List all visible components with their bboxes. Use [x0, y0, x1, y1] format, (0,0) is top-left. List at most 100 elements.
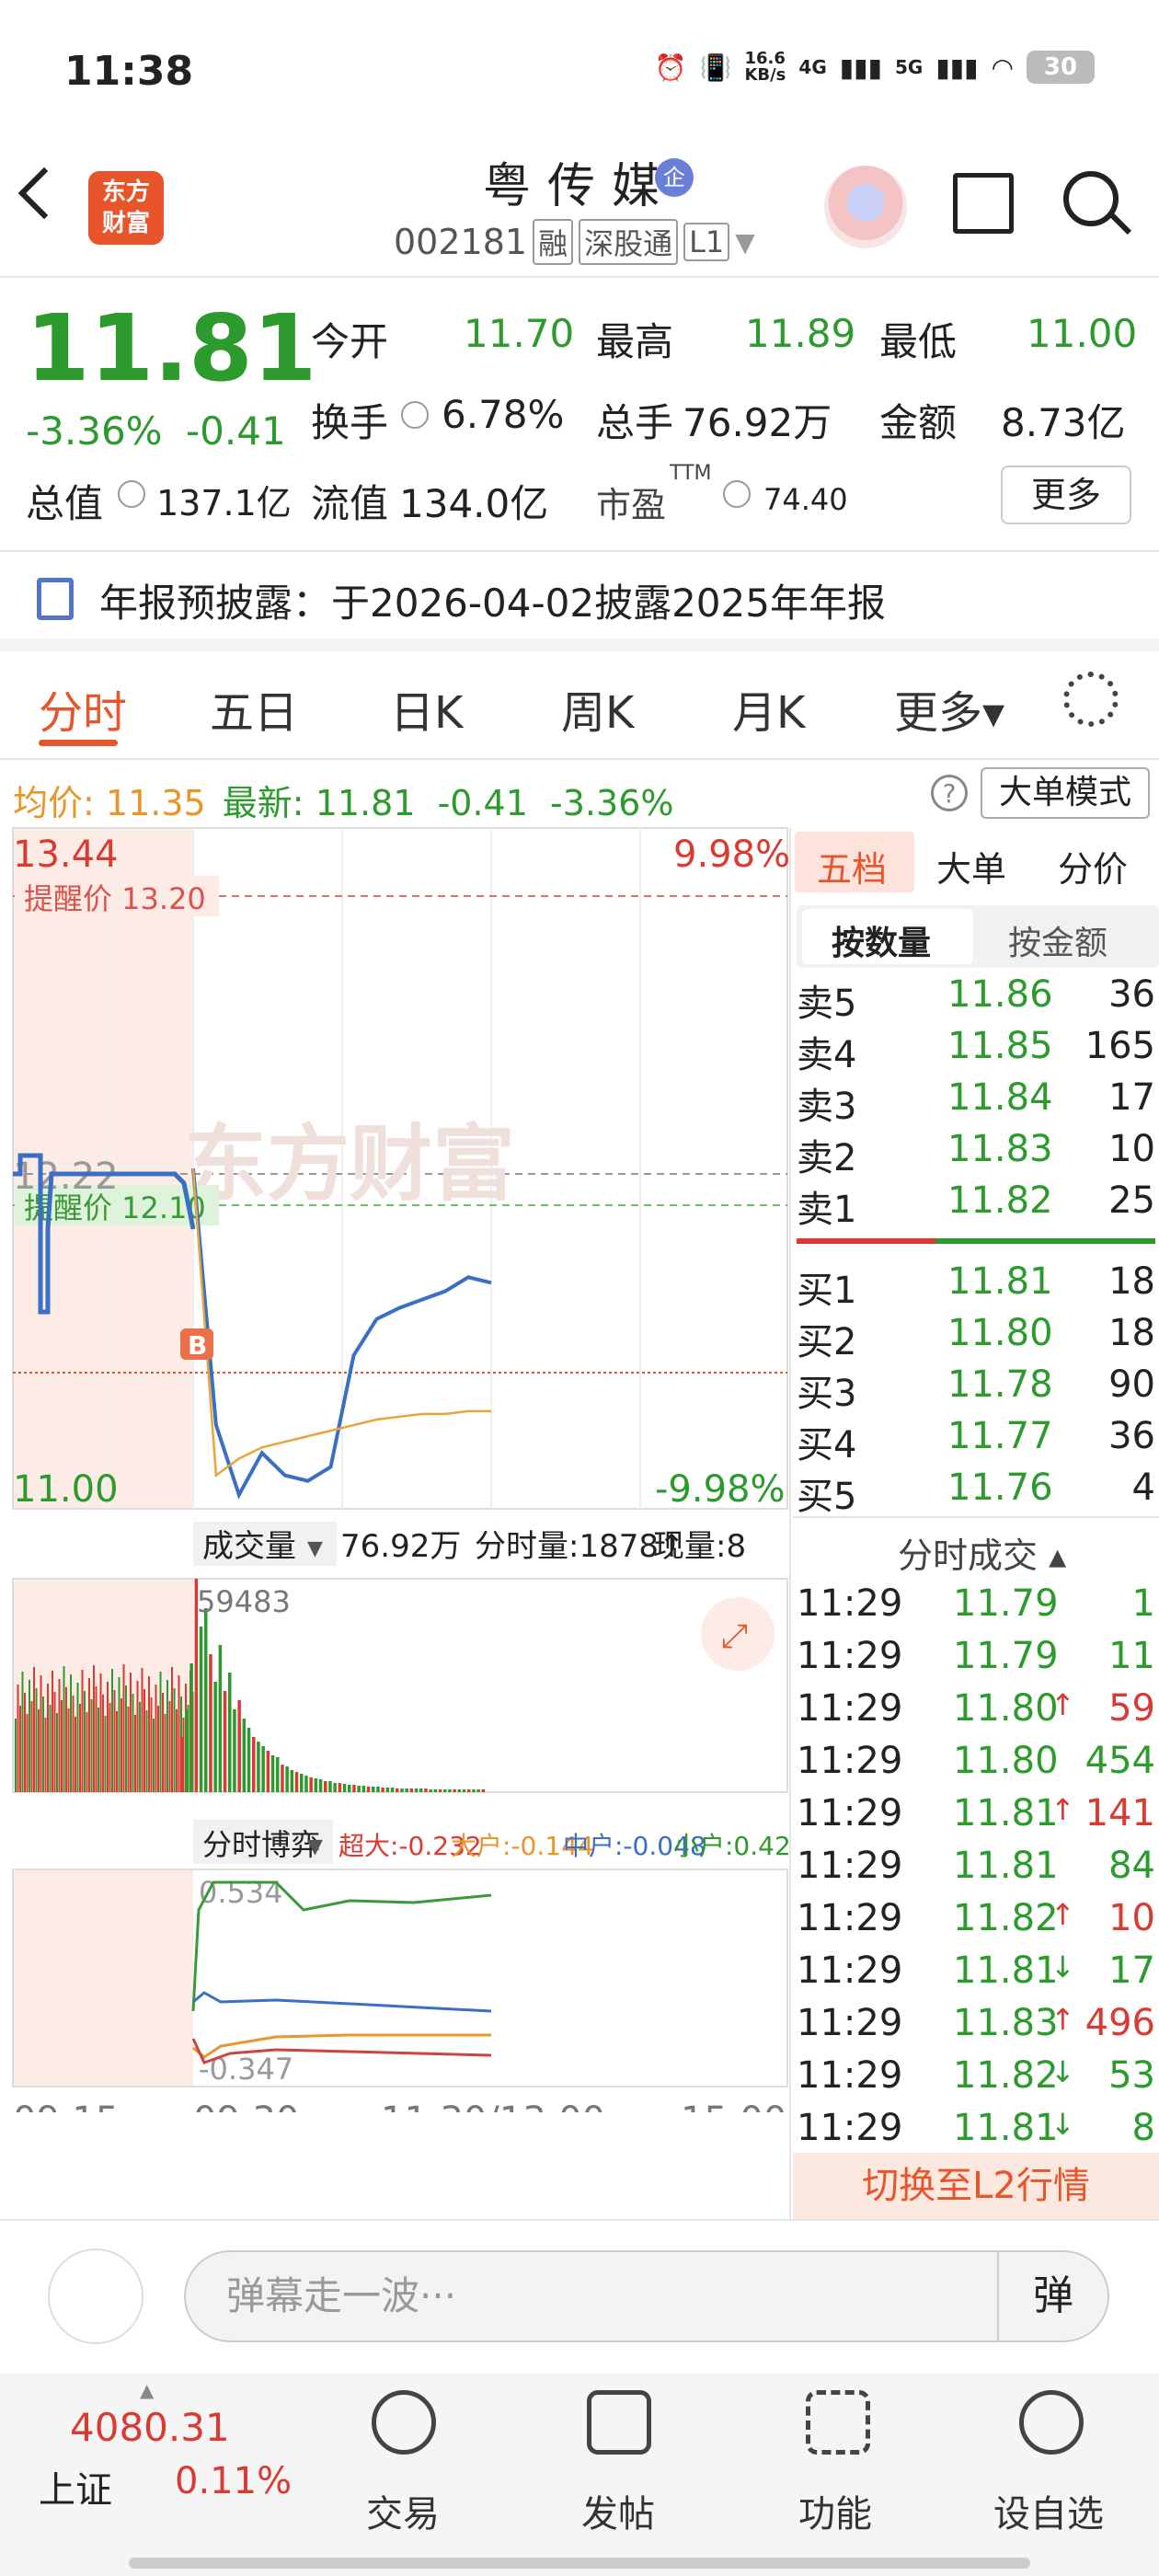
bid-label: 买5 — [797, 1476, 857, 1518]
net-speed: 16.6 KB/s — [744, 49, 786, 85]
share-icon[interactable] — [953, 173, 1014, 234]
volume-bar — [481, 1789, 486, 1792]
subtab-by-qty[interactable]: 按数量 — [832, 916, 931, 964]
ask-row[interactable]: 卖5 11.86 36 — [797, 973, 1155, 1025]
volume-bar — [462, 1789, 466, 1792]
volume-bar — [324, 1781, 327, 1792]
volume-bar — [400, 1788, 404, 1792]
bid-row[interactable]: 买2 11.80 18 — [797, 1312, 1155, 1363]
panel-tab-big-orders[interactable]: 大单 — [936, 841, 1006, 891]
danmu-toggle-button[interactable]: 弹 — [997, 2252, 1107, 2340]
ask-price: 11.83 — [947, 1128, 1053, 1170]
bid-price: 11.81 — [947, 1260, 1053, 1303]
chevron-down-icon: ▼ — [307, 1537, 323, 1560]
switch-l2-button[interactable]: 切换至L2行情 — [793, 2153, 1159, 2219]
volume-bar — [366, 1787, 371, 1792]
volume-bar — [357, 1786, 361, 1792]
tab-daily-k[interactable]: 日K — [390, 676, 463, 741]
game-mid-line — [192, 1991, 492, 2013]
bid-row[interactable]: 买4 11.77 36 — [797, 1415, 1155, 1466]
signal-icon-2: ▮▮▮ — [935, 52, 979, 83]
index-value[interactable]: 4080.31 — [70, 2405, 230, 2450]
trade-direction-icon: ↑ — [1050, 1792, 1075, 1827]
trade-time: 11:29 — [797, 1949, 903, 1992]
volume-bar — [333, 1783, 337, 1792]
tab-more[interactable]: 更多▾ — [894, 676, 1004, 741]
tab-weekly-k[interactable]: 周K — [561, 676, 634, 741]
panel-tab-price-dist[interactable]: 分价 — [1058, 841, 1128, 891]
game-small: 小户:0.424 — [673, 1831, 791, 1861]
volume-bar — [166, 1680, 168, 1792]
volume-bar — [29, 1680, 30, 1792]
bid-row[interactable]: 买5 11.76 4 — [797, 1466, 1155, 1518]
volume-label: 成交量 — [202, 1528, 296, 1565]
nav-post[interactable]: 发帖 — [581, 2484, 655, 2537]
volume-bar — [433, 1789, 438, 1792]
trade-list-title[interactable]: 分时成交 ▴ — [898, 1527, 1066, 1578]
volume-bar — [424, 1788, 428, 1792]
volume-bar — [290, 1770, 294, 1792]
info-icon[interactable] — [723, 480, 751, 508]
low-label: 最低 — [879, 319, 958, 364]
help-icon[interactable]: ? — [931, 775, 968, 811]
pct-axis-top: 9.98% — [673, 834, 790, 876]
ask-row[interactable]: 卖3 11.84 17 — [797, 1076, 1155, 1128]
tag-margin: 融 — [533, 219, 574, 265]
big-order-mode-button[interactable]: 大单模式 — [981, 767, 1150, 819]
volume-bar — [261, 1746, 265, 1792]
volume-bar — [33, 1667, 35, 1792]
latest-label: 最新: — [222, 783, 304, 823]
robot-avatar[interactable] — [824, 166, 907, 248]
ask-row[interactable]: 卖2 11.83 10 — [797, 1128, 1155, 1179]
game-label: 分时博弈 — [202, 1827, 320, 1862]
volume-bar — [173, 1688, 176, 1792]
danmu-input[interactable]: 弹幕走一波··· — [184, 2250, 1109, 2342]
price-axis-bottom: 11.00 — [13, 1468, 119, 1511]
tab-intraday[interactable]: 分时 — [39, 676, 127, 741]
volume-bar — [120, 1698, 122, 1792]
stock-code-row[interactable]: 002181 融 深股通 L1 ▼ — [394, 219, 755, 265]
volume-bar — [266, 1751, 270, 1792]
subtab-by-amount[interactable]: 按金额 — [1008, 916, 1107, 964]
report-notice[interactable]: 年报预披露：于2026-04-02披露2025年年报 — [99, 572, 886, 628]
nav-trade[interactable]: 交易 — [366, 2484, 440, 2537]
wifi-icon: ◠ — [991, 52, 1014, 83]
volume-bar — [155, 1685, 157, 1792]
more-button[interactable]: 更多 — [1001, 466, 1131, 524]
ask-row[interactable]: 卖1 11.82 25 — [797, 1179, 1155, 1231]
bid-row[interactable]: 买1 11.81 18 — [797, 1260, 1155, 1312]
volume-bar — [42, 1696, 44, 1792]
time-axis-1: 09:30 — [193, 2099, 299, 2112]
ask-row[interactable]: 卖4 11.85 165 — [797, 1025, 1155, 1076]
volume-bar — [52, 1671, 53, 1792]
volume-bar — [35, 1688, 38, 1792]
nav-functions[interactable]: 功能 — [798, 2484, 872, 2537]
bid-row[interactable]: 买3 11.78 90 — [797, 1363, 1155, 1415]
ask-qty: 17 — [1108, 1076, 1155, 1119]
danmu-list-icon[interactable] — [48, 2248, 143, 2344]
info-icon[interactable] — [401, 401, 429, 429]
volume-bar — [122, 1664, 125, 1792]
tab-5day[interactable]: 五日 — [210, 676, 298, 741]
volume-value: 76.92万 — [683, 400, 832, 445]
trade-row: 11:29 11.82 ↑ 10 — [797, 1897, 1155, 1949]
nav-add-watchlist[interactable]: 设自选 — [993, 2484, 1104, 2537]
volume-bar — [162, 1693, 164, 1792]
trade-qty: 1 — [1131, 1582, 1155, 1625]
panel-tab-level5[interactable]: 五档 — [817, 841, 887, 891]
volume-bar — [17, 1685, 19, 1792]
status-icons: ⏰ 📳 16.6 KB/s 4G ▮▮▮ 5G ▮▮▮ ◠ 30 — [655, 51, 1095, 84]
latest-pct: -3.36% — [550, 783, 674, 823]
tab-monthly-k[interactable]: 月K — [732, 676, 805, 741]
intraday-chart[interactable]: 东方财富 提醒价 13.20 提醒价 12.10 13.44 9.98% 12.… — [0, 824, 791, 2112]
ask-bid-bar-green — [936, 1238, 1155, 1244]
change-value: -0.41 — [186, 408, 286, 454]
volume-bar — [438, 1789, 442, 1792]
divider — [0, 2219, 1159, 2221]
gear-icon[interactable] — [1063, 672, 1119, 727]
bid-label: 买3 — [797, 1373, 857, 1415]
trade-qty: 17 — [1108, 1949, 1155, 1992]
volume-bar — [84, 1691, 86, 1792]
alert-high-label[interactable]: 提醒价 13.20 — [24, 881, 206, 916]
info-icon[interactable] — [118, 480, 145, 508]
